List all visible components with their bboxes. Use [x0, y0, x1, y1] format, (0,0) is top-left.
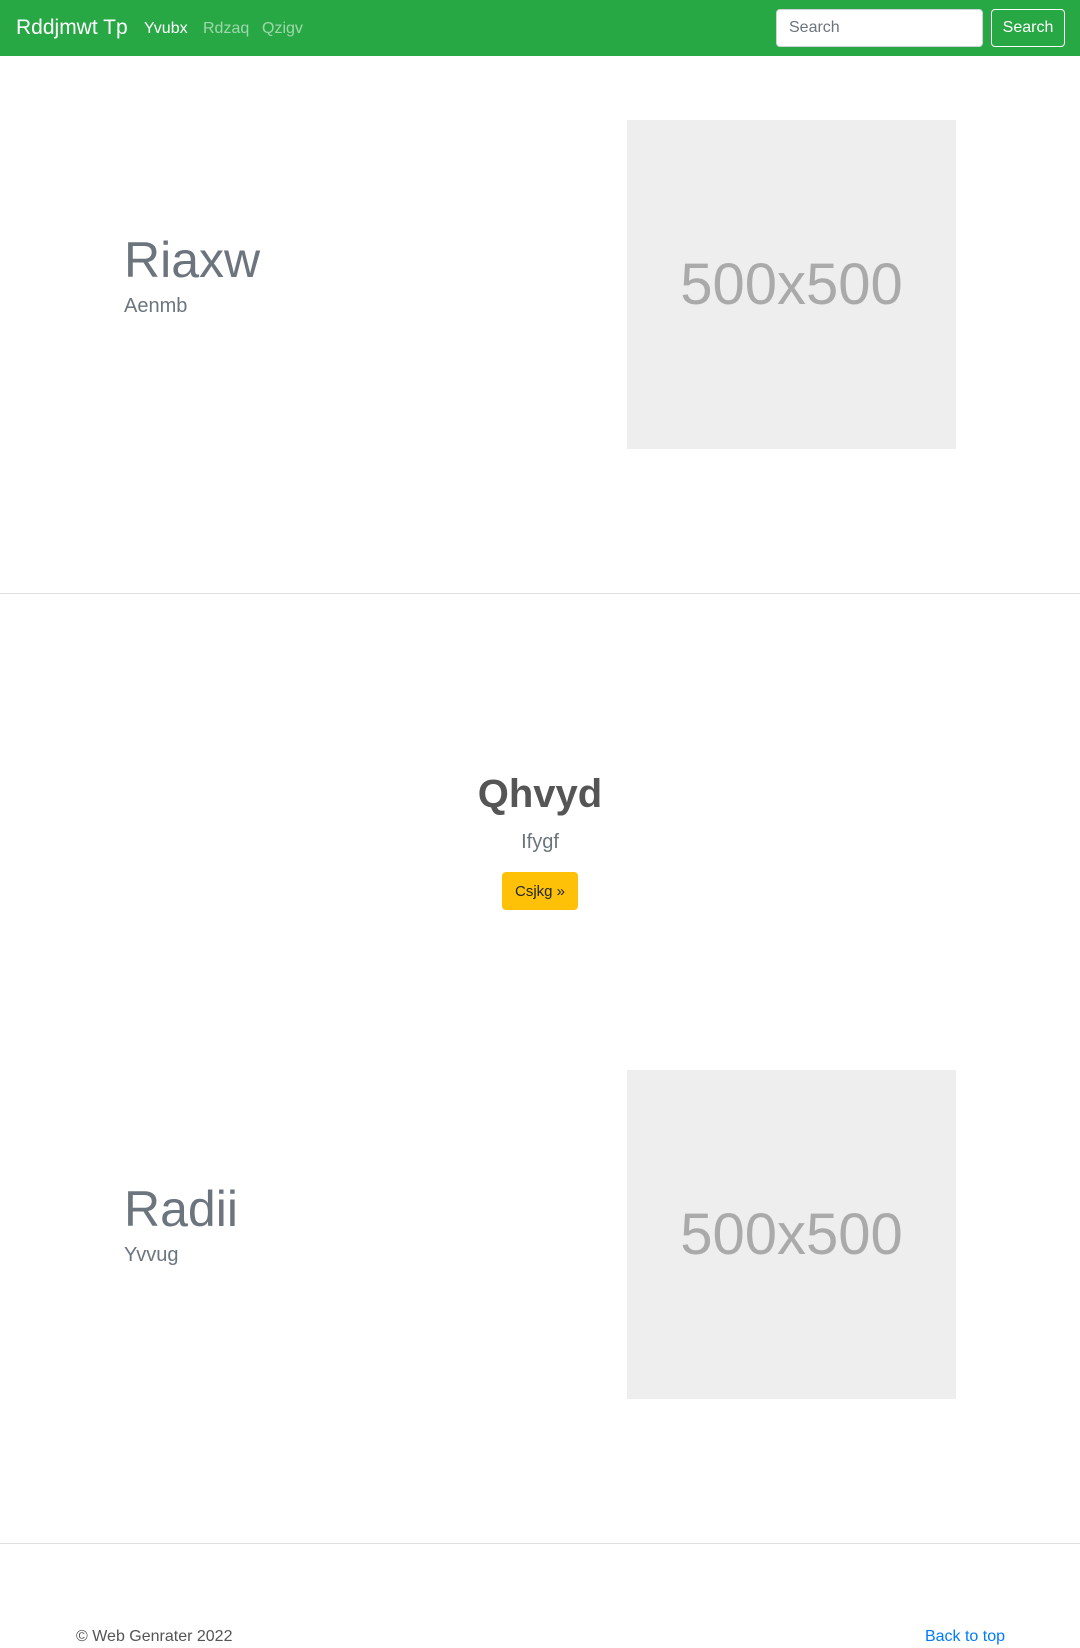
image-size-label: 500x500 [680, 252, 903, 317]
brand-logo[interactable]: Rddjmwt Tp [16, 14, 128, 42]
feature-subtitle: Aenmb [124, 295, 188, 317]
search-button[interactable]: Search [991, 9, 1065, 47]
section-divider [0, 1543, 1080, 1544]
section-divider [0, 593, 1080, 594]
nav-link-yvubx[interactable]: Yvubx [144, 18, 188, 40]
copyright-text: © Web Genrater 2022 [76, 1628, 233, 1645]
feature-title: Riaxw [124, 232, 261, 288]
nav-link-qzigv[interactable]: Qzigv [262, 18, 303, 40]
center-title: Qhvyd [477, 772, 603, 816]
feature-subtitle: Yvvug [124, 1244, 179, 1266]
back-to-top-link[interactable]: Back to top [925, 1626, 1005, 1648]
cta-button[interactable]: Csjkg » [502, 872, 578, 910]
center-subtitle: Ifygf [521, 831, 559, 853]
image-size-label: 500x500 [680, 1202, 903, 1267]
search-input[interactable] [776, 9, 983, 47]
placeholder-image: 500x500 [627, 1070, 956, 1399]
feature-title: Radii [124, 1181, 238, 1237]
navbar: Rddjmwt Tp Yvubx Rdzaq Qzigv Search [0, 0, 1080, 56]
placeholder-image: 500x500 [627, 120, 956, 449]
nav-link-rdzaq[interactable]: Rdzaq [203, 18, 249, 40]
